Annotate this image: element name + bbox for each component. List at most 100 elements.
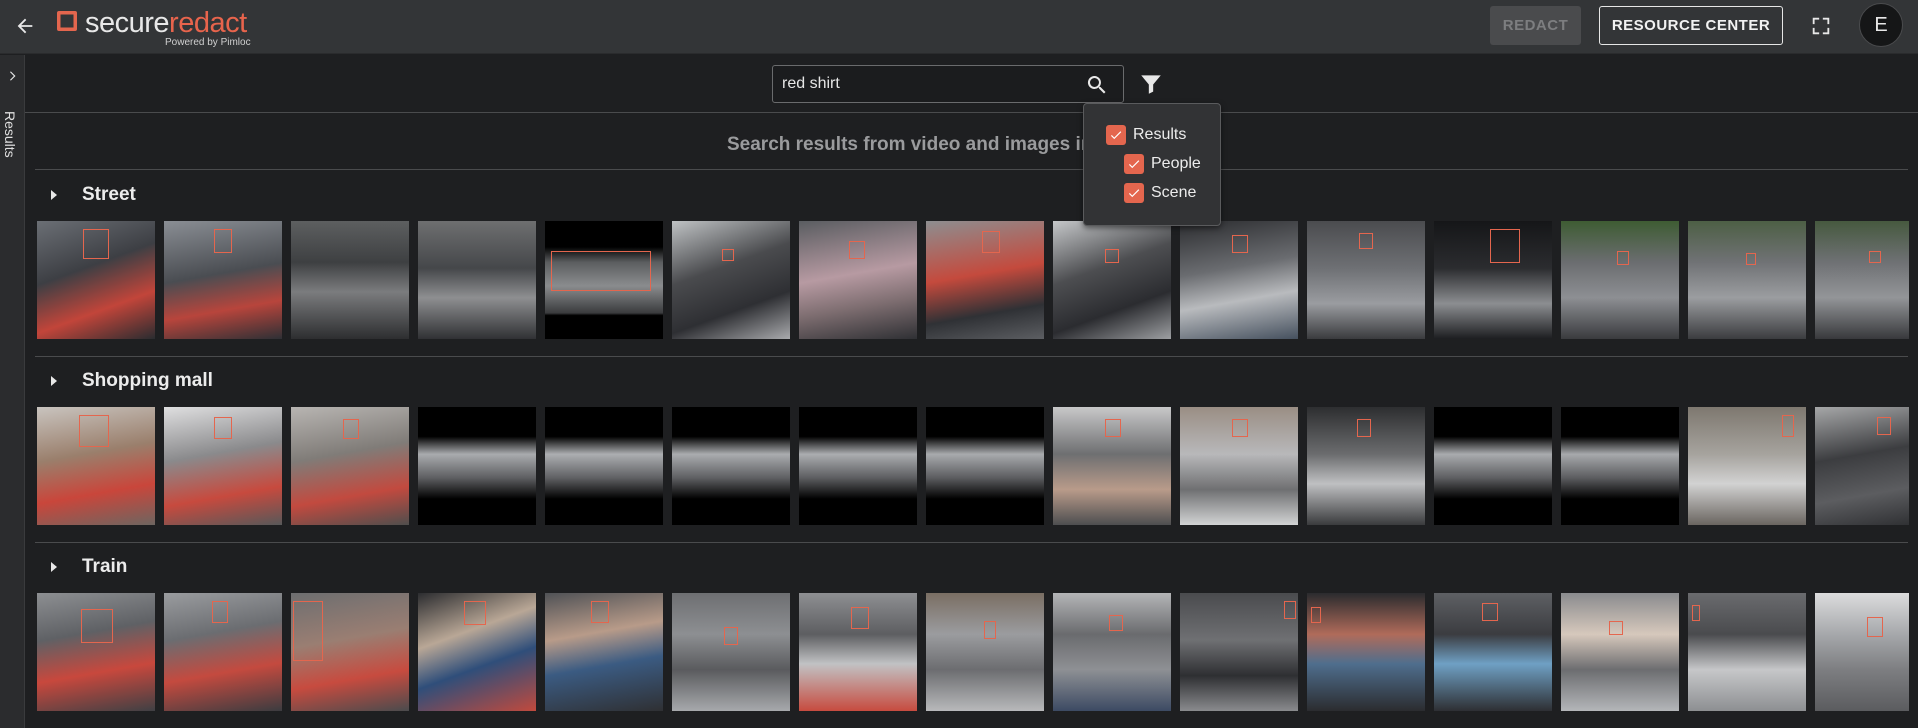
result-thumbnail[interactable] xyxy=(1180,407,1298,525)
result-thumbnail[interactable] xyxy=(672,407,790,525)
result-thumbnail[interactable] xyxy=(164,221,282,339)
checkbox-results[interactable] xyxy=(1106,125,1126,145)
section-divider xyxy=(35,542,1908,543)
result-thumbnail[interactable] xyxy=(291,221,409,339)
result-thumbnail[interactable] xyxy=(418,407,536,525)
detection-box xyxy=(343,419,359,439)
result-thumbnail[interactable] xyxy=(418,221,536,339)
result-thumbnail[interactable] xyxy=(1434,221,1552,339)
result-thumbnail[interactable] xyxy=(799,221,917,339)
result-thumbnail[interactable] xyxy=(799,593,917,711)
result-thumbnail[interactable] xyxy=(1180,593,1298,711)
result-thumbnail[interactable] xyxy=(1815,593,1909,711)
result-thumbnail[interactable] xyxy=(1307,407,1425,525)
logo-word-secure: secure xyxy=(85,7,170,39)
filter-label-people: People xyxy=(1151,155,1201,172)
result-thumbnail[interactable] xyxy=(1561,221,1679,339)
filter-label-scene: Scene xyxy=(1151,184,1197,201)
result-thumbnail[interactable] xyxy=(545,221,663,339)
check-icon xyxy=(1128,189,1140,198)
result-thumbnail[interactable] xyxy=(1053,593,1171,711)
result-thumbnail[interactable] xyxy=(799,407,917,525)
thumbnail-row-train xyxy=(37,593,1909,711)
result-thumbnail[interactable] xyxy=(672,593,790,711)
checkbox-scene[interactable] xyxy=(1124,183,1144,203)
results-sidebar: Results xyxy=(0,55,25,728)
result-thumbnail[interactable] xyxy=(164,407,282,525)
result-thumbnail[interactable] xyxy=(37,407,155,525)
result-thumbnail[interactable] xyxy=(926,221,1044,339)
detection-box xyxy=(1284,601,1296,619)
detection-box xyxy=(79,415,109,447)
caret-right-icon xyxy=(51,562,57,572)
filter-option-people[interactable]: People xyxy=(1124,154,1201,174)
detection-box xyxy=(293,601,323,661)
result-thumbnail[interactable] xyxy=(1815,407,1909,525)
detection-box xyxy=(214,417,232,439)
detection-box xyxy=(551,251,651,291)
results-heading: Search results from video and images in xyxy=(727,134,1093,155)
result-thumbnail[interactable] xyxy=(291,407,409,525)
result-thumbnail[interactable] xyxy=(37,593,155,711)
result-thumbnail[interactable] xyxy=(672,221,790,339)
section-header-street[interactable]: Street xyxy=(49,184,136,206)
sidebar-label[interactable]: Results xyxy=(2,111,18,158)
detection-box xyxy=(851,607,869,629)
detection-box xyxy=(1232,235,1248,253)
result-thumbnail[interactable] xyxy=(1180,221,1298,339)
result-thumbnail[interactable] xyxy=(1815,221,1909,339)
detection-box xyxy=(1232,419,1248,437)
result-thumbnail[interactable] xyxy=(1688,593,1806,711)
result-thumbnail[interactable] xyxy=(545,407,663,525)
redact-button[interactable]: REDACT xyxy=(1490,6,1581,45)
check-icon xyxy=(1110,131,1122,140)
section-title-train: Train xyxy=(82,556,128,577)
result-thumbnail[interactable] xyxy=(1688,407,1806,525)
detection-box xyxy=(849,241,865,259)
result-thumbnail[interactable] xyxy=(291,593,409,711)
detection-box xyxy=(1482,603,1498,621)
section-header-train[interactable]: Train xyxy=(49,556,127,578)
result-thumbnail[interactable] xyxy=(926,593,1044,711)
result-thumbnail[interactable] xyxy=(1434,593,1552,711)
avatar[interactable]: E xyxy=(1859,3,1903,47)
detection-box xyxy=(1105,249,1119,263)
resource-center-button[interactable]: RESOURCE CENTER xyxy=(1599,6,1783,45)
logo-word-redact: redact xyxy=(169,7,247,39)
result-thumbnail[interactable] xyxy=(164,593,282,711)
detection-box xyxy=(1869,251,1881,263)
detection-box xyxy=(1692,605,1700,621)
checkbox-people[interactable] xyxy=(1124,154,1144,174)
detection-box xyxy=(1609,621,1623,635)
check-icon xyxy=(1128,160,1140,169)
search-icon[interactable] xyxy=(1085,73,1109,97)
filter-option-scene[interactable]: Scene xyxy=(1124,183,1196,203)
result-thumbnail[interactable] xyxy=(1688,221,1806,339)
sidebar-toggle[interactable] xyxy=(3,67,21,85)
detection-box xyxy=(1359,233,1373,249)
search-input[interactable] xyxy=(782,66,1082,102)
result-thumbnail[interactable] xyxy=(545,593,663,711)
filter-icon[interactable] xyxy=(1138,71,1164,97)
result-thumbnail[interactable] xyxy=(1307,593,1425,711)
result-thumbnail[interactable] xyxy=(1561,593,1679,711)
fullscreen-button[interactable] xyxy=(1806,11,1836,41)
result-thumbnail[interactable] xyxy=(1053,221,1171,339)
arrow-left-icon xyxy=(17,18,33,34)
caret-right-icon xyxy=(51,376,57,386)
result-thumbnail[interactable] xyxy=(418,593,536,711)
detection-box xyxy=(984,621,996,639)
result-thumbnail[interactable] xyxy=(1307,221,1425,339)
section-header-shopping-mall[interactable]: Shopping mall xyxy=(49,370,213,392)
result-thumbnail[interactable] xyxy=(1053,407,1171,525)
result-thumbnail[interactable] xyxy=(1434,407,1552,525)
result-thumbnail[interactable] xyxy=(1561,407,1679,525)
result-thumbnail[interactable] xyxy=(926,407,1044,525)
detection-box xyxy=(591,601,609,623)
detection-box xyxy=(1746,253,1756,265)
search-box xyxy=(772,65,1124,103)
filter-option-results[interactable]: Results xyxy=(1106,125,1186,145)
result-thumbnail[interactable] xyxy=(37,221,155,339)
back-button[interactable] xyxy=(10,11,40,41)
detection-box xyxy=(212,601,228,623)
